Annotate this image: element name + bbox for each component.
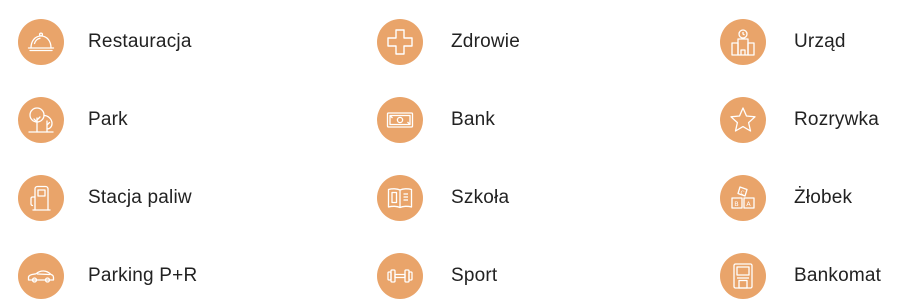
poi-item-bankomat[interactable]: Bankomat — [720, 251, 881, 301]
toy-blocks-icon: C B A — [720, 175, 766, 221]
car-icon — [18, 253, 64, 299]
dumbbell-icon — [377, 253, 423, 299]
poi-item-park[interactable]: Park — [18, 95, 128, 145]
poi-item-zlobek[interactable]: C B A Żłobek — [720, 173, 852, 223]
banknote-icon — [377, 97, 423, 143]
atm-icon — [720, 253, 766, 299]
poi-item-bank[interactable]: Bank — [377, 95, 495, 145]
poi-label-zdrowie: Zdrowie — [451, 31, 520, 52]
poi-label-szkola: Szkoła — [451, 187, 510, 208]
svg-text:A: A — [746, 200, 751, 208]
poi-item-rozrywka[interactable]: Rozrywka — [720, 95, 879, 145]
cloche-icon — [18, 19, 64, 65]
poi-item-zdrowie[interactable]: Zdrowie — [377, 17, 520, 67]
poi-item-parking-pr[interactable]: Parking P+R — [18, 251, 197, 301]
poi-label-sport: Sport — [451, 265, 498, 286]
star-icon — [720, 97, 766, 143]
svg-text:B: B — [734, 200, 738, 208]
poi-label-stacja-paliw: Stacja paliw — [88, 187, 192, 208]
poi-label-bank: Bank — [451, 109, 496, 130]
poi-label-rozrywka: Rozrywka — [794, 109, 880, 130]
poi-legend-grid: Restauracja Zdrowie Urząd Park Bank Rozr… — [0, 0, 904, 302]
poi-item-restauracja[interactable]: Restauracja — [18, 17, 192, 67]
poi-item-szkola[interactable]: Szkoła — [377, 173, 509, 223]
poi-label-park: Park — [88, 109, 128, 130]
health-cross-icon — [377, 19, 423, 65]
city-hall-icon — [720, 19, 766, 65]
trees-icon — [18, 97, 64, 143]
poi-label-restauracja: Restauracja — [88, 31, 192, 52]
fuel-pump-icon — [18, 175, 64, 221]
poi-label-parking-pr: Parking P+R — [88, 265, 198, 286]
poi-label-bankomat: Bankomat — [794, 265, 882, 286]
poi-item-sport[interactable]: Sport — [377, 251, 497, 301]
poi-item-stacja-paliw[interactable]: Stacja paliw — [18, 173, 192, 223]
poi-item-urzad[interactable]: Urząd — [720, 17, 846, 67]
poi-label-urzad: Urząd — [794, 31, 846, 52]
poi-label-zlobek: Żłobek — [794, 187, 853, 208]
open-book-icon — [377, 175, 423, 221]
